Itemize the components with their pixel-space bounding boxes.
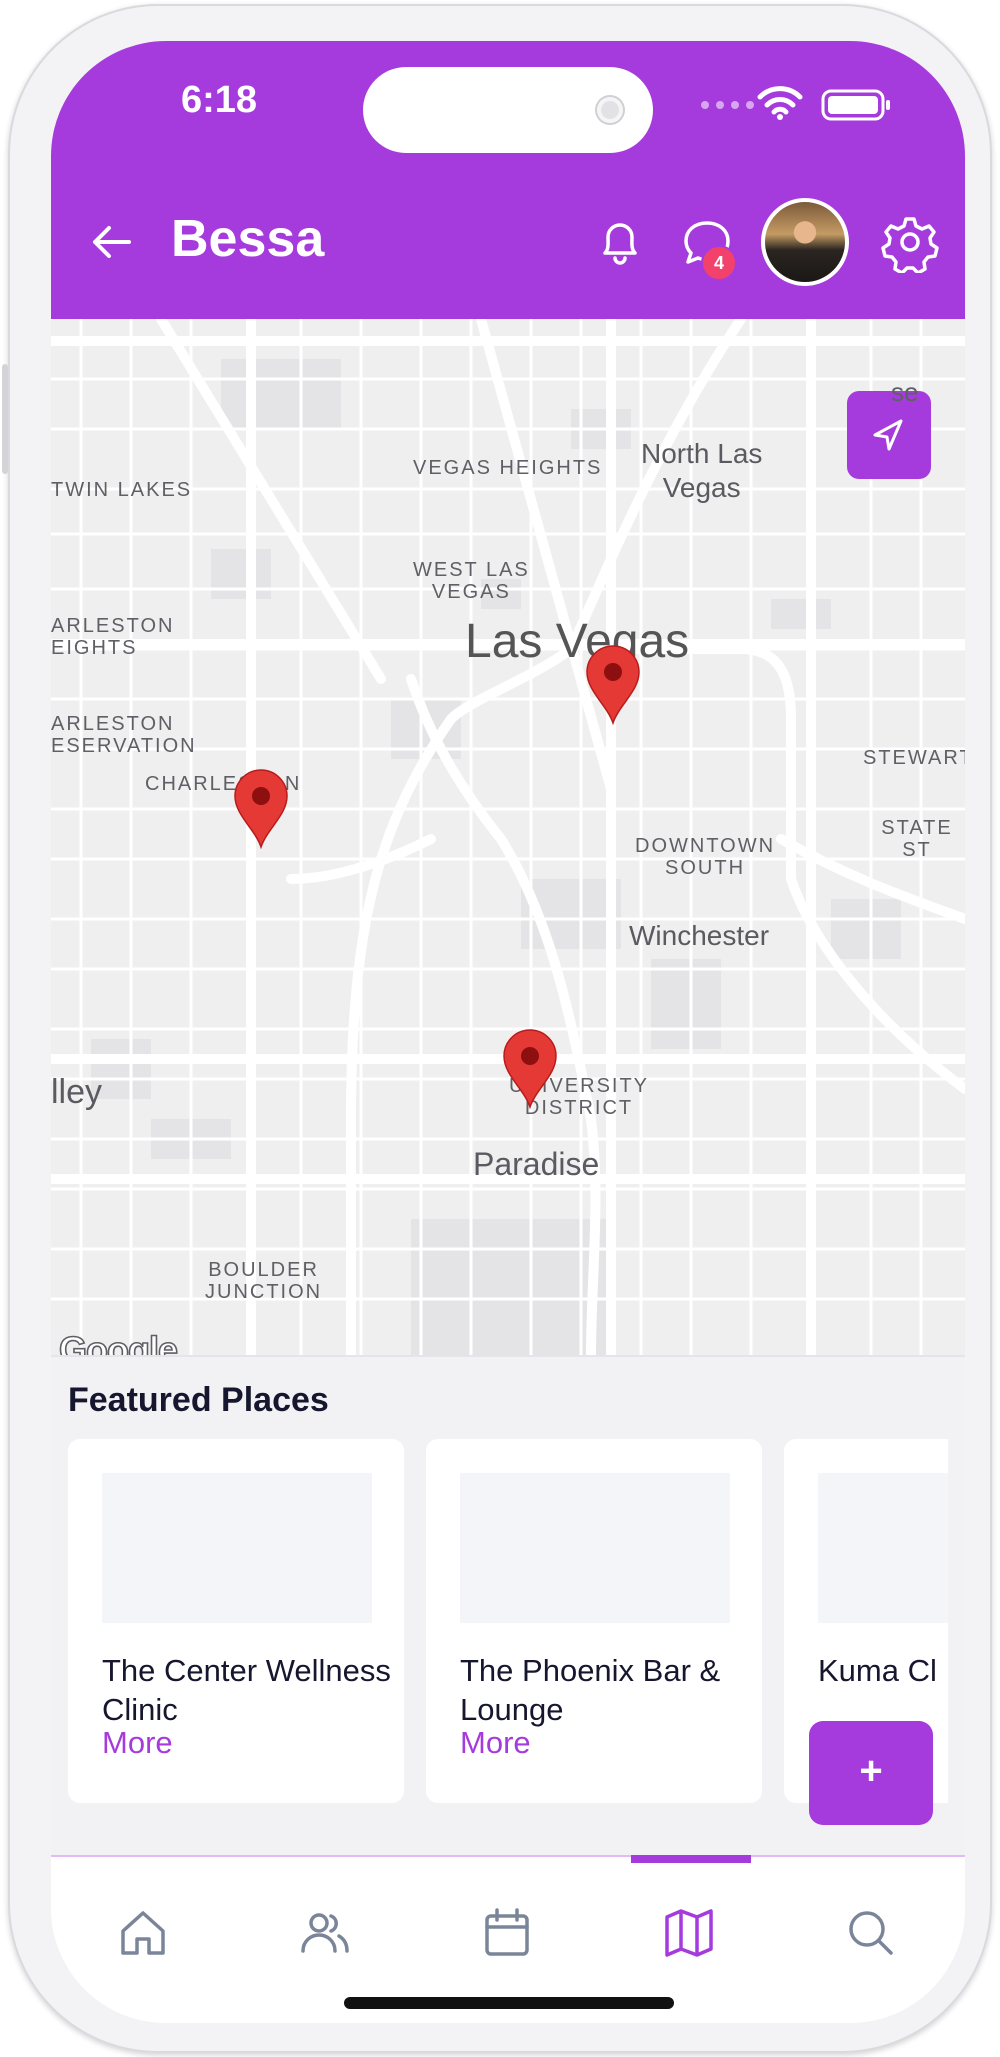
map-label-north-las-vegas: North Las Vegas xyxy=(641,438,763,503)
map-label-partial: se xyxy=(891,377,919,407)
map-label-las-vegas: Las Vegas xyxy=(465,615,690,668)
place-name: The Center Wellness Clinic xyxy=(102,1653,391,1727)
bell-icon[interactable] xyxy=(591,213,649,271)
my-location-button[interactable] xyxy=(847,391,931,479)
place-image xyxy=(818,1473,948,1623)
home-indicator xyxy=(344,1997,674,2009)
calendar-icon[interactable] xyxy=(479,1905,535,1961)
status-time: 6:18 xyxy=(181,79,258,121)
wifi-icon xyxy=(757,86,803,120)
place-card[interactable]: The Center Wellness Clinic More xyxy=(68,1439,404,1803)
map-label-valley: lley xyxy=(51,1073,103,1111)
back-arrow-icon[interactable] xyxy=(85,216,137,268)
avatar[interactable] xyxy=(761,198,849,286)
map-pin-icon[interactable] xyxy=(502,1029,558,1109)
phone-frame: 6:18 Bessa 4 se VEGAS HEIGHTS North Las … xyxy=(2,4,992,2053)
active-tab-indicator xyxy=(631,1855,751,1863)
search-icon[interactable] xyxy=(843,1905,899,1961)
map-pin-icon[interactable] xyxy=(585,645,641,725)
map-label-charleston-heights: ARLESTON EIGHTS xyxy=(51,615,175,659)
map-label-west-las-vegas: WEST LAS VEGAS xyxy=(413,559,530,603)
battery-icon xyxy=(821,89,890,121)
map-label-boulder-junction: BOULDER JUNCTION xyxy=(205,1259,323,1303)
place-card[interactable]: The Phoenix Bar & Lounge More xyxy=(426,1439,762,1803)
users-icon[interactable] xyxy=(297,1905,353,1961)
map-label-twin-lakes: TWIN LAKES xyxy=(51,479,193,501)
dynamic-island xyxy=(363,67,653,153)
camera-icon xyxy=(597,97,623,123)
more-link[interactable]: More xyxy=(102,1725,173,1761)
cellular-signal-icon xyxy=(701,101,754,109)
place-image xyxy=(102,1473,372,1623)
map-label-stewart: STEWART xyxy=(863,747,965,769)
map-label-vegas-heights: VEGAS HEIGHTS xyxy=(413,457,603,479)
app-header: 6:18 Bessa 4 xyxy=(51,41,965,319)
add-place-button[interactable]: + xyxy=(809,1721,933,1825)
home-icon[interactable] xyxy=(115,1905,171,1961)
place-name: Kuma Cl xyxy=(818,1653,937,1688)
map-label-winchester: Winchester xyxy=(629,920,770,951)
place-name: The Phoenix Bar & Lounge xyxy=(460,1653,721,1727)
gear-icon[interactable] xyxy=(879,211,941,273)
app-screen: 6:18 Bessa 4 se VEGAS HEIGHTS North Las … xyxy=(51,41,965,2023)
map-pin-icon[interactable] xyxy=(233,769,289,849)
place-image xyxy=(460,1473,730,1623)
map-label-charleston-reservation: ARLESTON ESERVATION xyxy=(51,713,197,757)
notification-badge: 4 xyxy=(701,245,737,281)
map-icon[interactable] xyxy=(661,1905,717,1961)
navigation-arrow-icon xyxy=(873,419,903,451)
page-title: Bessa xyxy=(171,210,325,268)
section-title: Featured Places xyxy=(68,1381,329,1419)
map-label-state-st: STATE ST xyxy=(881,817,953,861)
map-view[interactable]: se VEGAS HEIGHTS North Las Vegas TWIN LA… xyxy=(51,319,965,1355)
more-link[interactable]: More xyxy=(460,1725,531,1761)
map-label-paradise: Paradise xyxy=(473,1146,600,1182)
google-attribution: Google xyxy=(58,1328,179,1355)
map-label-downtown-south: DOWNTOWN SOUTH xyxy=(635,835,776,879)
